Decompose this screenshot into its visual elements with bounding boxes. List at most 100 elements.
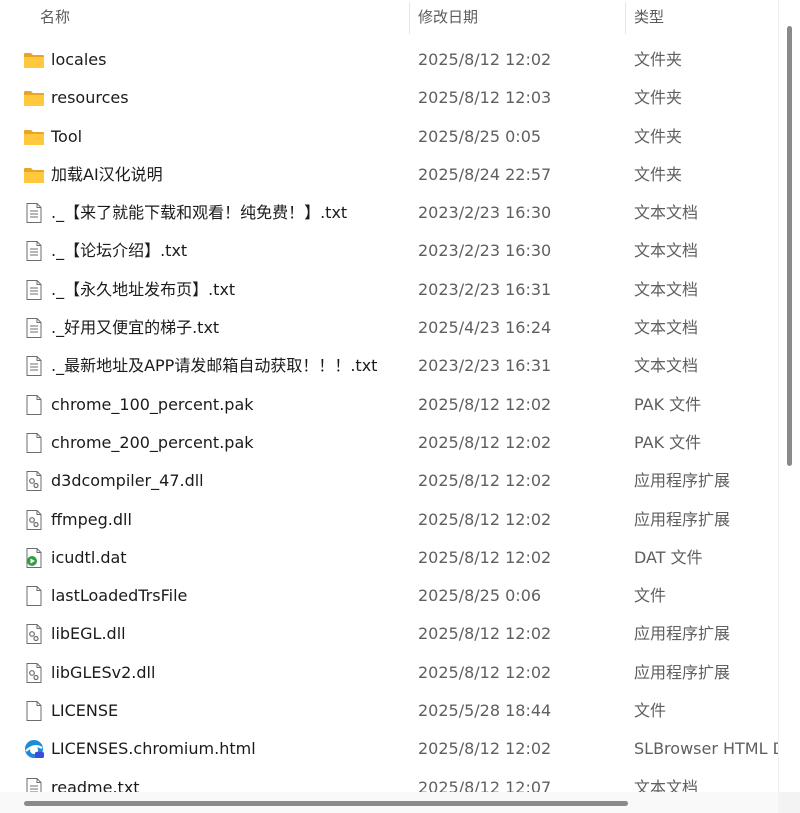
file-date-modified: 2025/8/12 12:02 [418, 662, 552, 682]
file-name[interactable]: libGLESv2.dll [51, 654, 155, 692]
file-name[interactable]: libEGL.dll [51, 615, 126, 653]
column-header-name[interactable]: 名称 [40, 0, 70, 34]
column-divider[interactable] [409, 2, 410, 34]
list-item[interactable]: libEGL.dll 2025/8/12 12:02 应用程序扩展 [0, 615, 778, 653]
file-name[interactable]: locales [51, 41, 106, 79]
text-file-icon [23, 318, 45, 339]
file-name[interactable]: 加载AI汉化说明 [51, 156, 163, 194]
list-item[interactable]: ._【论坛介绍】.txt 2023/2/23 16:30 文本文档 [0, 232, 778, 270]
file-name[interactable]: chrome_200_percent.pak [51, 424, 254, 462]
file-type: 文本文档 [634, 241, 699, 261]
column-divider[interactable] [625, 2, 626, 34]
file-name[interactable]: LICENSE [51, 692, 118, 730]
horizontal-scrollbar-thumb[interactable] [24, 801, 628, 806]
file-type: 应用程序扩展 [634, 624, 731, 644]
file-name[interactable]: lastLoadedTrsFile [51, 577, 187, 615]
file-type: 应用程序扩展 [634, 509, 731, 529]
file-name[interactable]: ._【来了就能下载和观看！纯免费！】.txt [51, 194, 347, 232]
folder-icon [23, 127, 45, 147]
file-date-modified: 2025/8/12 12:03 [418, 88, 552, 108]
dll-file-icon [23, 471, 45, 492]
file-date-modified: 2025/8/12 12:02 [418, 50, 552, 69]
file-date-modified: 2025/8/25 0:05 [418, 126, 542, 146]
folder-icon [23, 88, 45, 108]
file-type: 文本文档 [634, 318, 699, 338]
file-name[interactable]: LICENSES.chromium.html [51, 730, 256, 768]
file-date-modified: 2025/8/12 12:02 [418, 509, 552, 529]
media-file-icon [23, 547, 45, 568]
file-date-modified: 2025/8/12 12:02 [418, 394, 552, 414]
file-type: 应用程序扩展 [634, 662, 731, 682]
list-item[interactable]: resources 2025/8/12 12:03 文件夹 [0, 79, 778, 117]
list-item[interactable]: lastLoadedTrsFile 2025/8/25 0:06 文件 [0, 577, 778, 615]
file-type: 应用程序扩展 [634, 471, 731, 491]
list-item[interactable]: ._【永久地址发布页】.txt 2023/2/23 16:31 文本文档 [0, 271, 778, 309]
sort-ascending-icon[interactable]: ^ [214, 0, 225, 8]
blank-file-icon [23, 394, 45, 415]
blank-file-icon [23, 586, 45, 607]
file-type: 文件夹 [634, 126, 683, 146]
file-name[interactable]: ffmpeg.dll [51, 501, 132, 539]
file-date-modified: 2023/2/23 16:30 [418, 203, 552, 223]
file-name[interactable]: ._【论坛介绍】.txt [51, 232, 187, 270]
column-header-date-modified[interactable]: 修改日期 [418, 0, 478, 34]
file-date-modified: 2025/8/12 12:02 [418, 624, 552, 644]
file-type: 文本文档 [634, 356, 699, 376]
file-name[interactable]: chrome_100_percent.pak [51, 386, 254, 424]
file-name[interactable]: ._【永久地址发布页】.txt [51, 271, 235, 309]
file-date-modified: 2025/8/12 12:02 [418, 432, 552, 452]
column-header-bar: ^ 名称 修改日期 类型 [0, 0, 778, 34]
list-item[interactable]: LICENSE 2025/5/28 18:44 文件 [0, 692, 778, 730]
scrollbar-corner [778, 792, 800, 813]
file-name[interactable]: d3dcompiler_47.dll [51, 462, 204, 500]
list-item[interactable]: ._好用又便宜的梯子.txt 2025/4/23 16:24 文本文档 [0, 309, 778, 347]
file-type: 文本文档 [634, 279, 699, 299]
file-type: PAK 文件 [634, 394, 702, 414]
file-type: 文件夹 [634, 164, 683, 184]
list-item[interactable]: ffmpeg.dll 2025/8/12 12:02 应用程序扩展 [0, 501, 778, 539]
file-explorer-list-view: ^ 名称 修改日期 类型 locales 2025/8/12 12:02 文件夹 re… [0, 0, 800, 813]
list-item[interactable]: LICENSES.chromium.html 2025/8/12 12:02 SLB… [0, 730, 778, 768]
list-item[interactable]: 加载AI汉化说明 2025/8/24 22:57 文件夹 [0, 156, 778, 194]
folder-icon [23, 50, 45, 70]
browser-html-icon [23, 739, 45, 759]
file-date-modified: 2023/2/23 16:31 [418, 279, 552, 299]
file-type: 文件 [634, 701, 667, 721]
file-type: 文件夹 [634, 50, 683, 69]
dll-file-icon [23, 509, 45, 530]
file-date-modified: 2025/8/12 12:02 [418, 739, 552, 759]
list-item[interactable]: chrome_200_percent.pak 2025/8/12 12:02 PAK… [0, 424, 778, 462]
file-name[interactable]: ._最新地址及APP请发邮箱自动获取！！！.txt [51, 347, 377, 385]
list-item[interactable]: locales 2025/8/12 12:02 文件夹 [0, 41, 778, 79]
file-type: SLBrowser HTML D [634, 739, 778, 759]
file-name[interactable]: resources [51, 79, 129, 117]
column-header-type[interactable]: 类型 [634, 0, 664, 34]
file-type: 文件夹 [634, 88, 683, 108]
text-file-icon [23, 241, 45, 262]
text-file-icon [23, 356, 45, 377]
file-name[interactable]: Tool [51, 118, 82, 156]
file-date-modified: 2023/2/23 16:31 [418, 356, 552, 376]
file-type: 文件 [634, 586, 667, 606]
blank-file-icon [23, 701, 45, 722]
list-item[interactable]: Tool 2025/8/25 0:05 文件夹 [0, 118, 778, 156]
folder-icon [23, 165, 45, 185]
list-item[interactable]: icudtl.dat 2025/8/12 12:02 DAT 文件 [0, 539, 778, 577]
file-date-modified: 2025/4/23 16:24 [418, 318, 552, 338]
list-item[interactable]: ._【来了就能下载和观看！纯免费！】.txt 2023/2/23 16:30 文本文… [0, 194, 778, 232]
file-type: DAT 文件 [634, 547, 703, 567]
file-date-modified: 2025/8/24 22:57 [418, 164, 552, 184]
file-name[interactable]: icudtl.dat [51, 539, 127, 577]
list-item[interactable]: d3dcompiler_47.dll 2025/8/12 12:02 应用程序扩展 [0, 462, 778, 500]
file-date-modified: 2025/8/25 0:06 [418, 586, 542, 606]
list-item[interactable]: chrome_100_percent.pak 2025/8/12 12:02 PAK… [0, 386, 778, 424]
list-item[interactable]: libGLESv2.dll 2025/8/12 12:02 应用程序扩展 [0, 654, 778, 692]
list-item[interactable]: ._最新地址及APP请发邮箱自动获取！！！.txt 2023/2/23 16:31… [0, 347, 778, 385]
vertical-scrollbar-thumb[interactable] [787, 26, 792, 466]
file-date-modified: 2023/2/23 16:30 [418, 241, 552, 261]
file-date-modified: 2025/5/28 18:44 [418, 701, 552, 721]
file-list: locales 2025/8/12 12:02 文件夹 resources 2025/8… [0, 41, 778, 807]
file-name[interactable]: ._好用又便宜的梯子.txt [51, 309, 219, 347]
dll-file-icon [23, 624, 45, 645]
text-file-icon [23, 279, 45, 300]
